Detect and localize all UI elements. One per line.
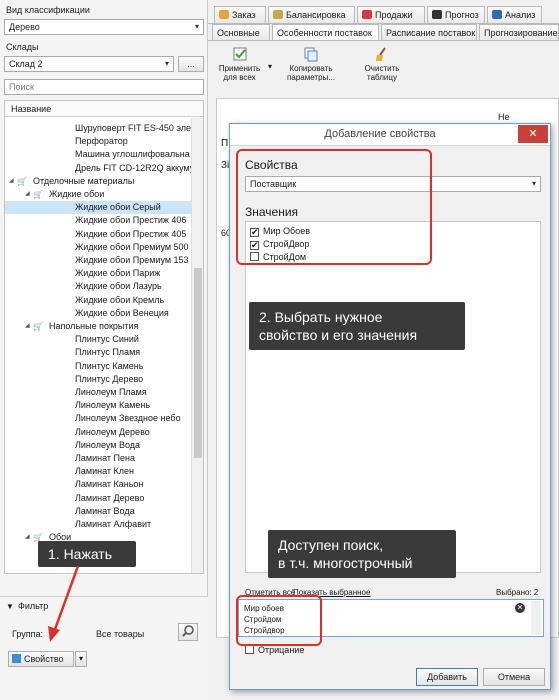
arrow-line: [52, 565, 80, 633]
arrow-head: [48, 626, 60, 642]
callout-arrow: [48, 565, 80, 642]
